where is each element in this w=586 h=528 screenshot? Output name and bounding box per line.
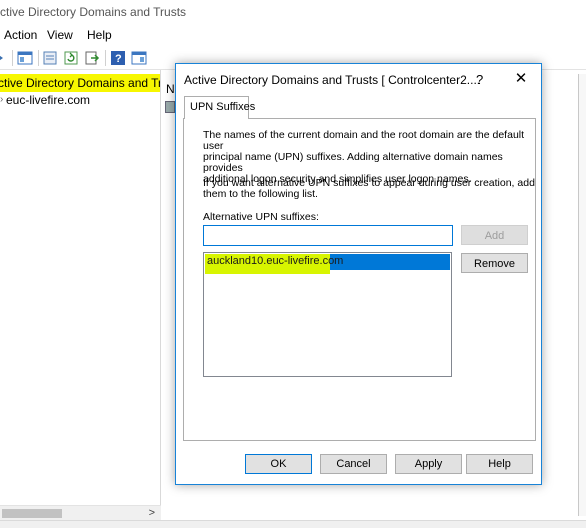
tab-upn-suffixes[interactable]: UPN Suffixes bbox=[184, 96, 255, 119]
domain-object-icon bbox=[165, 101, 175, 113]
window-title: ctive Directory Domains and Trusts bbox=[0, 5, 187, 19]
description-line: principal name (UPN) suffixes. Adding al… bbox=[203, 151, 503, 174]
description-line: The names of the current domain and the … bbox=[203, 129, 525, 152]
help-button[interactable]: Help bbox=[466, 454, 533, 474]
tab-strip: UPN Suffixes bbox=[183, 96, 536, 119]
help-button-label: Help bbox=[488, 458, 511, 470]
ok-button-label: OK bbox=[270, 458, 287, 470]
upn-suffix-list[interactable]: auckland10.euc-livefire.com bbox=[203, 252, 452, 377]
results-column-header[interactable]: N bbox=[166, 82, 175, 96]
remove-button[interactable]: Remove bbox=[461, 253, 528, 273]
title-bar: ctive Directory Domains and Trusts bbox=[0, 0, 586, 24]
toolbar-separator bbox=[38, 50, 39, 66]
tree-item-root-label: ctive Directory Domains and Trust bbox=[0, 76, 161, 90]
dialog-title: Active Directory Domains and Trusts [ Co… bbox=[184, 73, 481, 87]
remove-button-label: Remove bbox=[474, 258, 515, 270]
show-action-pane-icon[interactable] bbox=[131, 50, 147, 66]
tab-upn-suffixes-label: UPN Suffixes bbox=[190, 101, 256, 113]
status-bar bbox=[0, 520, 586, 528]
export-list-icon[interactable] bbox=[84, 50, 100, 66]
apply-button[interactable]: Apply bbox=[395, 454, 462, 474]
upn-suffixes-dialog: Active Directory Domains and Trusts [ Co… bbox=[175, 63, 542, 485]
menu-view[interactable]: View bbox=[47, 28, 73, 42]
results-vertical-scrollbar[interactable] bbox=[578, 74, 586, 516]
description-line: them to the following list. bbox=[203, 188, 318, 200]
svg-text:?: ? bbox=[115, 53, 122, 65]
toolbar-separator bbox=[105, 50, 106, 66]
cancel-button-label: Cancel bbox=[336, 458, 371, 470]
scroll-right-icon[interactable]: > bbox=[149, 507, 155, 519]
scrollbar-thumb[interactable] bbox=[2, 509, 62, 518]
list-item-label: auckland10.euc-livefire.com bbox=[207, 255, 344, 267]
show-hide-tree-icon[interactable] bbox=[17, 50, 33, 66]
list-item[interactable]: auckland10.euc-livefire.com bbox=[205, 254, 450, 270]
console-tree: ctive Directory Domains and Trust › euc-… bbox=[0, 70, 161, 520]
description-paragraph-2: If you want alternative UPN suffixes to … bbox=[203, 178, 535, 200]
cancel-button[interactable]: Cancel bbox=[320, 454, 387, 474]
dialog-close-icon[interactable]: ✕ bbox=[512, 70, 530, 88]
tab-page: The names of the current domain and the … bbox=[183, 118, 536, 441]
menu-action[interactable]: Action bbox=[4, 28, 37, 42]
tree-item-domain-label: euc-livefire.com bbox=[6, 93, 91, 107]
menu-bar: Action View Help bbox=[0, 25, 586, 45]
properties-icon[interactable] bbox=[42, 50, 58, 66]
add-button-label: Add bbox=[484, 230, 505, 242]
tree-horizontal-scrollbar[interactable]: > bbox=[0, 505, 161, 521]
apply-button-label: Apply bbox=[414, 458, 443, 470]
menu-help[interactable]: Help bbox=[87, 28, 112, 42]
refresh-icon[interactable] bbox=[63, 50, 79, 66]
toolbar-separator bbox=[12, 50, 13, 66]
dialog-help-icon[interactable]: ? bbox=[476, 72, 483, 87]
ok-button[interactable]: OK bbox=[245, 454, 312, 474]
upn-suffix-input[interactable] bbox=[203, 225, 453, 246]
help-icon[interactable]: ? bbox=[110, 50, 126, 66]
tree-item-root[interactable]: ctive Directory Domains and Trust bbox=[0, 74, 161, 92]
forward-icon[interactable] bbox=[0, 50, 8, 66]
highlighter-mark bbox=[205, 270, 330, 274]
add-button[interactable]: Add bbox=[461, 225, 528, 245]
alternative-upn-label: Alternative UPN suffixes: bbox=[203, 211, 319, 223]
